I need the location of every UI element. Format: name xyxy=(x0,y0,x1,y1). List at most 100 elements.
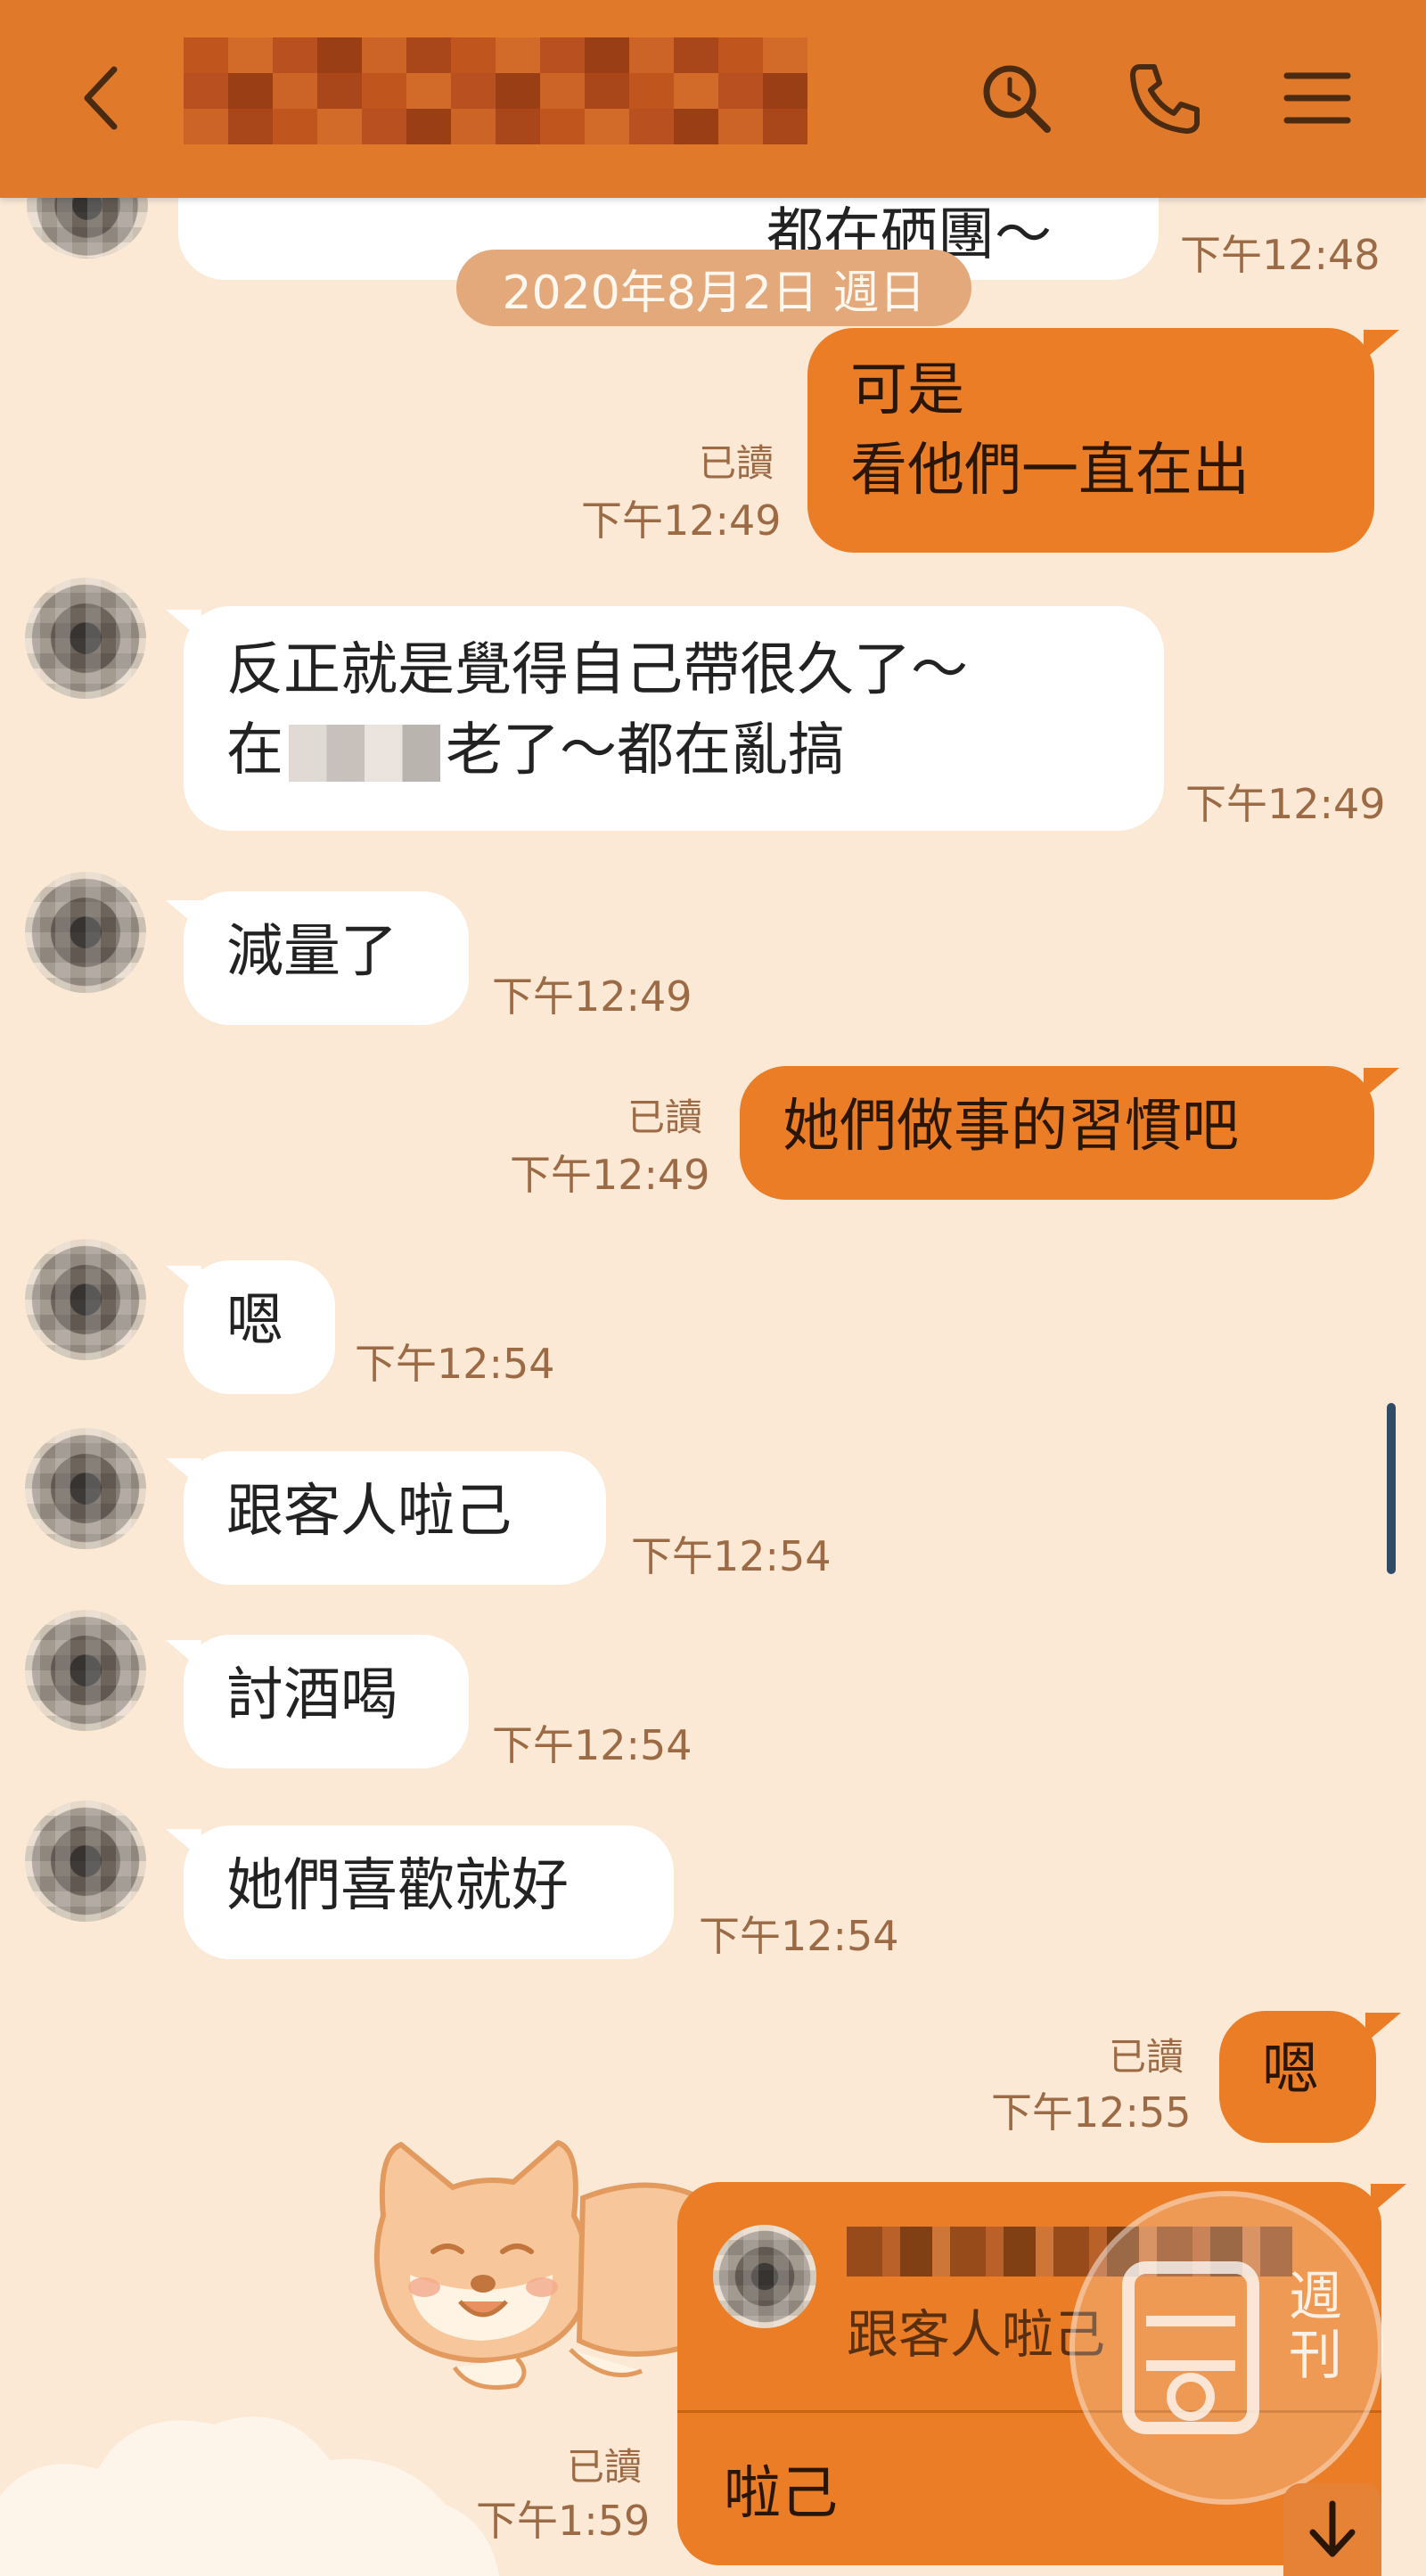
message-line: 討酒喝 xyxy=(226,1662,397,1728)
reply-message-text: 啦己 xyxy=(724,2461,838,2527)
message-bubble-incoming[interactable]: 討酒喝 xyxy=(184,1635,469,1768)
pixel-block xyxy=(718,109,763,144)
scroll-down-button[interactable] xyxy=(1283,2483,1381,2576)
pixel-block xyxy=(540,73,585,109)
message-bubble-incoming[interactable]: 她們喜歡就好 xyxy=(184,1825,674,1959)
magazine-watermark-logo: 週 刊 xyxy=(1070,2191,1383,2505)
pixel-block xyxy=(674,37,718,73)
chevron-left-icon xyxy=(84,66,118,130)
pixel-block xyxy=(406,37,451,73)
menu-icon xyxy=(1283,72,1351,124)
pixel-block xyxy=(362,37,406,73)
pixel-block xyxy=(496,109,540,144)
pixel-block xyxy=(228,73,273,109)
chat-header xyxy=(0,0,1426,198)
message-line: 跟客人啦己 xyxy=(226,1479,512,1545)
date-label: 2020年8月2日 週日 xyxy=(502,266,926,320)
pixel-block xyxy=(228,37,273,73)
message-line: 她們喜歡就好 xyxy=(226,1853,569,1919)
pixel-block xyxy=(629,109,674,144)
read-receipt: 已讀 xyxy=(699,441,774,485)
pixel-block xyxy=(763,73,807,109)
watermark-char: 週 xyxy=(1289,2266,1342,2328)
call-button[interactable] xyxy=(1119,53,1209,143)
avatar[interactable] xyxy=(25,872,146,993)
message-bubble-incoming[interactable]: 跟客人啦己 xyxy=(184,1451,606,1585)
pixel-block xyxy=(718,73,763,109)
pixel-block xyxy=(184,37,228,73)
avatar[interactable] xyxy=(25,578,146,699)
message-text: 老了～都在亂搞 xyxy=(446,717,845,783)
scrollbar[interactable] xyxy=(1387,1403,1396,1574)
search-icon xyxy=(983,65,1051,133)
message-time: 下午12:54 xyxy=(355,1340,555,1388)
pixel-block xyxy=(540,37,585,73)
pixel-block xyxy=(228,109,273,144)
pixel-block xyxy=(406,109,451,144)
pixel-block xyxy=(763,109,807,144)
arrow-down-icon xyxy=(1309,2500,1356,2557)
watermark-char: 刊 xyxy=(1289,2325,1342,2387)
bubble-tail xyxy=(1365,2013,1401,2043)
pixel-block xyxy=(362,109,406,144)
message-bubble-incoming[interactable]: 嗯 xyxy=(184,1260,335,1394)
pixel-block xyxy=(629,37,674,73)
cloud-decoration xyxy=(0,2416,499,2576)
message-time: 下午12:49 xyxy=(1185,780,1386,828)
quoted-message-text: 跟客人啦己 xyxy=(847,2304,1106,2365)
read-receipt: 已讀 xyxy=(1109,2035,1184,2079)
watermark-text: 週 刊 xyxy=(1289,2268,1342,2385)
pixel-block xyxy=(273,109,317,144)
pixel-block xyxy=(585,109,629,144)
bubble-tail xyxy=(1364,330,1399,360)
back-button[interactable] xyxy=(59,53,148,143)
quoted-avatar xyxy=(713,2225,816,2328)
menu-button[interactable] xyxy=(1273,53,1362,143)
bubble-tail xyxy=(1371,2184,1406,2214)
message-line: 嗯 xyxy=(1262,2037,1319,2103)
message-bubble-incoming[interactable]: 減量了 xyxy=(184,891,469,1025)
read-receipt: 已讀 xyxy=(627,1095,703,1139)
pixel-block xyxy=(317,109,362,144)
pixel-block xyxy=(585,37,629,73)
pixel-block xyxy=(317,73,362,109)
pixel-block xyxy=(451,109,496,144)
pixel-block xyxy=(362,73,406,109)
pixel-block xyxy=(718,37,763,73)
pixel-block xyxy=(674,73,718,109)
message-bubble-outgoing[interactable]: 她們做事的習慣吧 xyxy=(740,1066,1374,1200)
read-receipt: 已讀 xyxy=(567,2445,643,2489)
message-line: 嗯 xyxy=(226,1288,283,1354)
pixel-block xyxy=(184,73,228,109)
pixel-block xyxy=(585,73,629,109)
message-time: 下午12:55 xyxy=(991,2088,1192,2137)
contact-name-pixelated xyxy=(184,37,807,144)
message-text: 在 xyxy=(226,717,283,783)
avatar[interactable] xyxy=(25,1239,146,1360)
message-line: 減量了 xyxy=(226,919,397,985)
pixel-block xyxy=(496,73,540,109)
message-time: 下午12:48 xyxy=(1180,231,1381,279)
message-time: 下午12:54 xyxy=(492,1721,693,1769)
pixel-block xyxy=(273,37,317,73)
message-time: 下午12:54 xyxy=(699,1912,899,1960)
pixel-block xyxy=(184,109,228,144)
pixel-block xyxy=(763,37,807,73)
avatar[interactable] xyxy=(25,1801,146,1922)
avatar[interactable] xyxy=(25,1428,146,1549)
pixel-block xyxy=(451,37,496,73)
message-bubble-outgoing[interactable]: 可是 看他們一直在出 xyxy=(807,328,1374,553)
message-line: 反正就是覺得自己帶很久了～ xyxy=(226,637,968,703)
avatar[interactable] xyxy=(25,1610,146,1731)
message-line: 可是 xyxy=(850,357,964,423)
message-line: 看他們一直在出 xyxy=(850,437,1250,504)
search-button[interactable] xyxy=(971,53,1061,143)
message-bubble-incoming[interactable]: 反正就是覺得自己帶很久了～ 在 老了～都在亂搞 xyxy=(184,606,1164,831)
message-time: 下午12:49 xyxy=(492,972,693,1021)
message-time: 下午12:49 xyxy=(510,1151,710,1199)
pixel-block xyxy=(273,73,317,109)
message-bubble-outgoing[interactable]: 嗯 xyxy=(1219,2011,1376,2143)
pixel-block xyxy=(406,73,451,109)
pixel-block xyxy=(629,73,674,109)
pixel-block xyxy=(496,37,540,73)
